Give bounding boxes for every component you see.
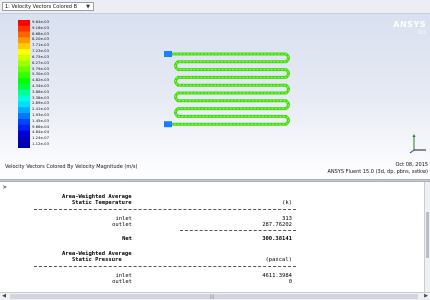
- pressure-header-line2: Static Pressure: [72, 257, 122, 263]
- velocity-vector-field: [164, 51, 290, 128]
- console-output[interactable]: > Area-Weighted Average Static Temperatu…: [0, 182, 424, 292]
- temperature-unit: (k): [282, 200, 292, 206]
- scroll-left-icon[interactable]: ◀: [0, 293, 8, 300]
- outlet-port: [164, 121, 172, 128]
- graphics-viewport[interactable]: ANSYS R15 9.64e-03 9.16e-03 8.68e-03 8.20e-…: [0, 14, 430, 179]
- console-horizontal-scrollbar[interactable]: ◀ ||| ▶: [0, 292, 430, 300]
- plot-date: Oct 08, 2015: [395, 162, 429, 168]
- inlet-port: [164, 51, 172, 57]
- vertical-scroll-thumb[interactable]: [426, 212, 429, 258]
- temperature-row-name: outlet: [112, 222, 132, 228]
- console-prompt: >: [3, 184, 7, 191]
- temperature-separator-top: [34, 209, 296, 210]
- temperature-net-label: Net: [122, 236, 132, 242]
- temperature-header-line2: Static Temperature: [72, 200, 132, 206]
- solver-info: ANSYS Fluent 15.0 (3d, dp, pbns, sstkw): [327, 169, 428, 175]
- scroll-grip-icon: |||: [210, 294, 215, 299]
- console-vertical-scrollbar[interactable]: [424, 182, 430, 292]
- scroll-right-icon[interactable]: ▶: [422, 293, 430, 300]
- pressure-unit: (pascal): [265, 257, 293, 263]
- graphics-toolbar: 1: Velocity Vectors Colored B ▼: [0, 0, 430, 14]
- temperature-row-value: 287.76202: [262, 222, 292, 228]
- pressure-separator-top: [34, 266, 296, 267]
- graphics-window-selector-value: 1: Velocity Vectors Colored B: [5, 4, 77, 10]
- plot-caption: Velocity Vectors Colored By Velocity Mag…: [5, 164, 138, 170]
- pressure-row-name: outlet: [112, 279, 132, 285]
- chevron-down-icon[interactable]: ▼: [84, 3, 92, 10]
- temperature-separator-net: [180, 230, 296, 231]
- graphics-window-selector[interactable]: 1: Velocity Vectors Colored B ▼: [2, 2, 94, 11]
- coordinate-axes-icon: [409, 134, 426, 154]
- coil-tube: [166, 52, 290, 126]
- coil-vector-arrows: [166, 53, 289, 125]
- temperature-net-value: 300.38141: [262, 236, 292, 242]
- pressure-row-value: 0: [288, 279, 292, 285]
